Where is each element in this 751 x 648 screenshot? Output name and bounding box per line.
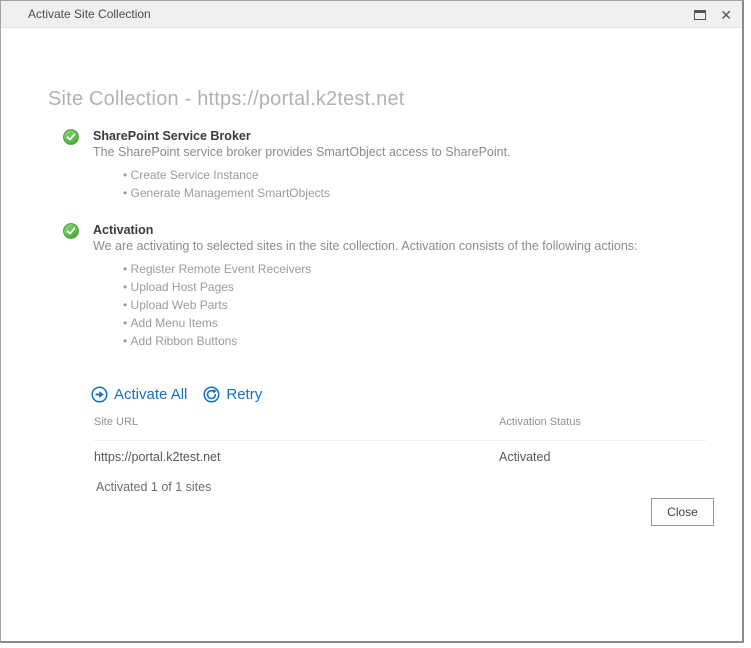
column-header-activation-status: Activation Status	[499, 416, 581, 428]
section-title: Activation	[93, 223, 154, 237]
bullet-item: Add Menu Items	[93, 314, 733, 332]
activate-site-collection-dialog: Activate Site Collection ✕ Site Collecti…	[0, 0, 744, 643]
column-header-site-url: Site URL	[94, 416, 139, 428]
retry-label: Retry	[226, 386, 263, 403]
activation-summary: Activated 1 of 1 sites	[96, 480, 212, 494]
section-activation: Activation We are activating to selected…	[63, 222, 733, 350]
bullet-item: Add Ribbon Buttons	[93, 332, 733, 350]
action-links: Activate All Retry	[91, 386, 262, 403]
site-url-cell: https://portal.k2test.net	[94, 450, 221, 464]
site-activation-table: Site URL Activation Status https://porta…	[94, 416, 706, 464]
retry-icon	[203, 386, 220, 403]
success-check-icon	[63, 129, 79, 150]
bullet-item: Upload Host Pages	[93, 278, 733, 296]
activate-all-label: Activate All	[114, 386, 188, 403]
dialog-content: Site Collection - https://portal.k2test.…	[1, 28, 742, 643]
bullet-item: Upload Web Parts	[93, 296, 733, 314]
table-header-row: Site URL Activation Status	[94, 416, 706, 441]
dialog-title: Activate Site Collection	[28, 7, 151, 21]
table-row: https://portal.k2test.net Activated	[94, 450, 706, 464]
section-bullet-list: Create Service Instance Generate Managem…	[93, 161, 733, 202]
bullet-item: Generate Management SmartObjects	[93, 184, 733, 202]
close-button[interactable]: Close	[651, 498, 714, 526]
dialog-titlebar[interactable]: Activate Site Collection ✕	[1, 1, 742, 28]
success-check-icon	[63, 223, 79, 244]
activate-all-link[interactable]: Activate All	[91, 386, 187, 403]
section-description: We are activating to selected sites in t…	[93, 239, 638, 253]
section-service-broker: SharePoint Service Broker The SharePoint…	[63, 128, 733, 202]
section-description: The SharePoint service broker provides S…	[93, 145, 511, 159]
page-title: Site Collection - https://portal.k2test.…	[48, 88, 405, 110]
close-icon[interactable]: ✕	[720, 8, 732, 22]
section-bullet-list: Register Remote Event Receivers Upload H…	[93, 255, 733, 350]
maximize-icon[interactable]	[694, 9, 707, 20]
retry-link[interactable]: Retry	[203, 386, 262, 403]
activate-all-icon	[91, 386, 108, 403]
bullet-item: Register Remote Event Receivers	[93, 260, 733, 278]
bullet-item: Create Service Instance	[93, 166, 733, 184]
window-buttons: ✕	[694, 1, 732, 28]
section-title: SharePoint Service Broker	[93, 129, 251, 143]
activation-status-cell: Activated	[499, 450, 551, 464]
